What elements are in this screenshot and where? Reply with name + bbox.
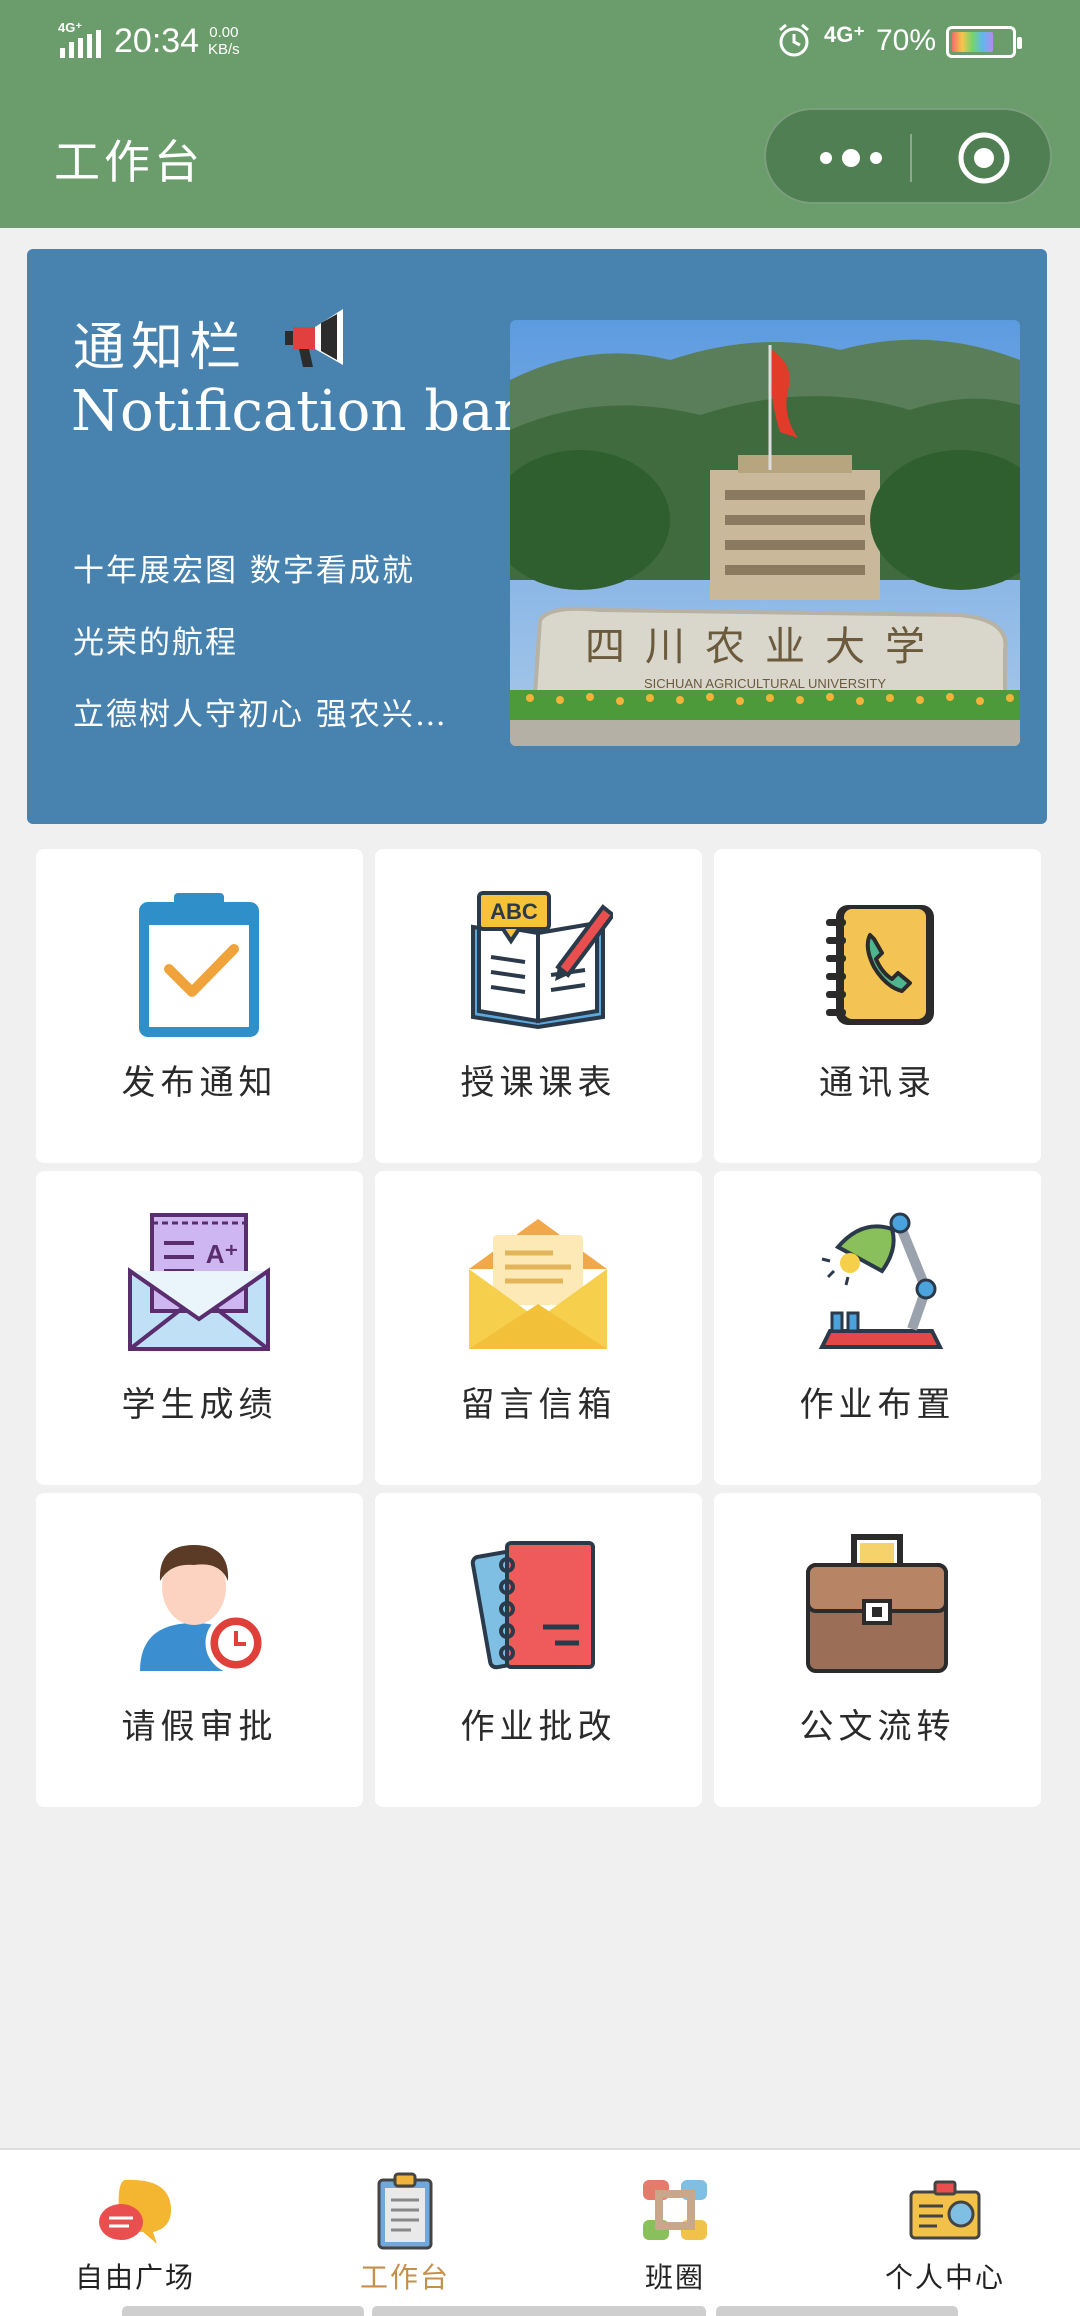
megaphone-icon xyxy=(285,309,343,367)
grade-letter-icon: A⁺ xyxy=(128,1213,270,1351)
mini-program-capsule xyxy=(764,108,1052,204)
tile-label: 请假审批 xyxy=(121,1707,278,1747)
tile-label: 作业批改 xyxy=(460,1707,617,1747)
battery-percent: 70% xyxy=(876,24,937,57)
notice-title-cn: 通知栏 xyxy=(73,318,248,378)
tile-leave-approval[interactable]: 请假审批 xyxy=(36,1493,363,1807)
news-item[interactable]: 光荣的航程 xyxy=(73,607,493,679)
tile-label: 通讯录 xyxy=(819,1063,936,1103)
address-book-icon xyxy=(826,905,934,1025)
desk-lamp-icon xyxy=(818,1212,944,1349)
tile-message-box[interactable]: 留言信箱 xyxy=(375,1171,702,1485)
id-card-icon xyxy=(909,2180,981,2240)
status-bar: 4G⁺ 20:34 0.00 KB/s 4G⁺ 70% xyxy=(0,0,1080,84)
tile-label: 发布通知 xyxy=(121,1063,278,1103)
alarm-icon xyxy=(779,23,809,57)
svg-text:SICHUAN AGRICULTURAL UNIVERSIT: SICHUAN AGRICULTURAL UNIVERSITY xyxy=(644,676,886,691)
svg-text:4G⁺: 4G⁺ xyxy=(58,20,82,35)
briefcase-icon xyxy=(806,1534,948,1673)
tile-label: 学生成绩 xyxy=(121,1385,278,1425)
notification-card[interactable]: 通知栏 Notification bar 十年展宏图 数字看成就 光荣的航程 立… xyxy=(27,249,1047,824)
notice-title-en: Notification bar xyxy=(71,379,521,444)
clock-time: 20:34 xyxy=(114,22,200,60)
tab-class-circle[interactable]: 班圈 xyxy=(540,2150,810,2316)
tile-label: 授课课表 xyxy=(460,1063,617,1103)
campus-photo[interactable]: 四川农业大学 SICHUAN AGRICULTURAL UNIVERSITY xyxy=(510,320,1020,746)
close-target-icon[interactable] xyxy=(956,130,1012,186)
tab-label: 工作台 xyxy=(359,2261,450,2294)
tab-personal-center[interactable]: 个人中心 xyxy=(810,2150,1080,2316)
campus-photo-illustration: 四川农业大学 SICHUAN AGRICULTURAL UNIVERSITY xyxy=(510,320,1020,746)
svg-text:ABC: ABC xyxy=(490,899,538,924)
tile-student-grades[interactable]: A⁺ 学生成绩 xyxy=(36,1171,363,1485)
function-grid: 发布通知 ABC 授课课表 通讯录 A⁺ 学生成绩 留言信箱 作业布置 请假审批… xyxy=(36,849,1041,1807)
svg-text:A⁺: A⁺ xyxy=(206,1239,239,1269)
envelope-icon xyxy=(469,1219,607,1349)
gesture-bar-segment xyxy=(122,2306,364,2316)
news-item[interactable]: 立德树人守初心 强农兴… xyxy=(73,679,493,751)
bottom-tab-bar: 自由广场 工作台 班圈 个人中心 xyxy=(0,2148,1080,2316)
tile-class-schedule[interactable]: ABC 授课课表 xyxy=(375,849,702,1163)
tile-assign-homework[interactable]: 作业布置 xyxy=(714,1171,1041,1485)
tab-free-square[interactable]: 自由广场 xyxy=(0,2150,270,2316)
tab-label: 个人中心 xyxy=(884,2261,1005,2294)
tile-publish-notice[interactable]: 发布通知 xyxy=(36,849,363,1163)
hands-circle-icon xyxy=(643,2180,707,2240)
tile-label: 留言信箱 xyxy=(460,1385,617,1425)
network-type: 4G⁺ xyxy=(824,22,865,47)
signal-icon: 4G⁺ xyxy=(58,20,101,58)
tile-label: 作业布置 xyxy=(799,1385,956,1425)
page-title: 工作台 xyxy=(54,135,204,189)
news-item[interactable]: 十年展宏图 数字看成就 xyxy=(73,535,493,607)
battery-icon xyxy=(946,26,1022,58)
tab-label: 自由广场 xyxy=(74,2261,195,2294)
news-list: 十年展宏图 数字看成就 光荣的航程 立德树人守初心 强农兴… xyxy=(73,535,493,751)
tile-contacts[interactable]: 通讯录 xyxy=(714,849,1041,1163)
tab-workbench[interactable]: 工作台 xyxy=(270,2150,540,2316)
user-clock-icon xyxy=(140,1545,267,1674)
chat-bubbles-icon xyxy=(99,2179,171,2244)
tile-document-flow[interactable]: 公文流转 xyxy=(714,1493,1041,1807)
gesture-bar-segment xyxy=(372,2306,706,2316)
book-pencil-icon: ABC xyxy=(471,891,613,1030)
top-bar: 4G⁺ 20:34 0.00 KB/s 4G⁺ 70% 工作台 xyxy=(0,0,1080,228)
clipboard-icon xyxy=(377,2172,433,2250)
svg-text:四川农业大学: 四川农业大学 xyxy=(585,624,945,670)
tile-label: 公文流转 xyxy=(799,1707,956,1747)
gesture-bar-segment xyxy=(716,2306,958,2316)
tile-grade-homework[interactable]: 作业批改 xyxy=(375,1493,702,1807)
tab-label: 班圈 xyxy=(644,2261,705,2294)
notebook-icon xyxy=(470,1541,595,1670)
capsule-divider xyxy=(910,134,912,182)
more-icon[interactable] xyxy=(806,138,896,178)
clipboard-check-icon xyxy=(139,893,259,1037)
net-speed: 0.00 KB/s xyxy=(208,24,240,58)
